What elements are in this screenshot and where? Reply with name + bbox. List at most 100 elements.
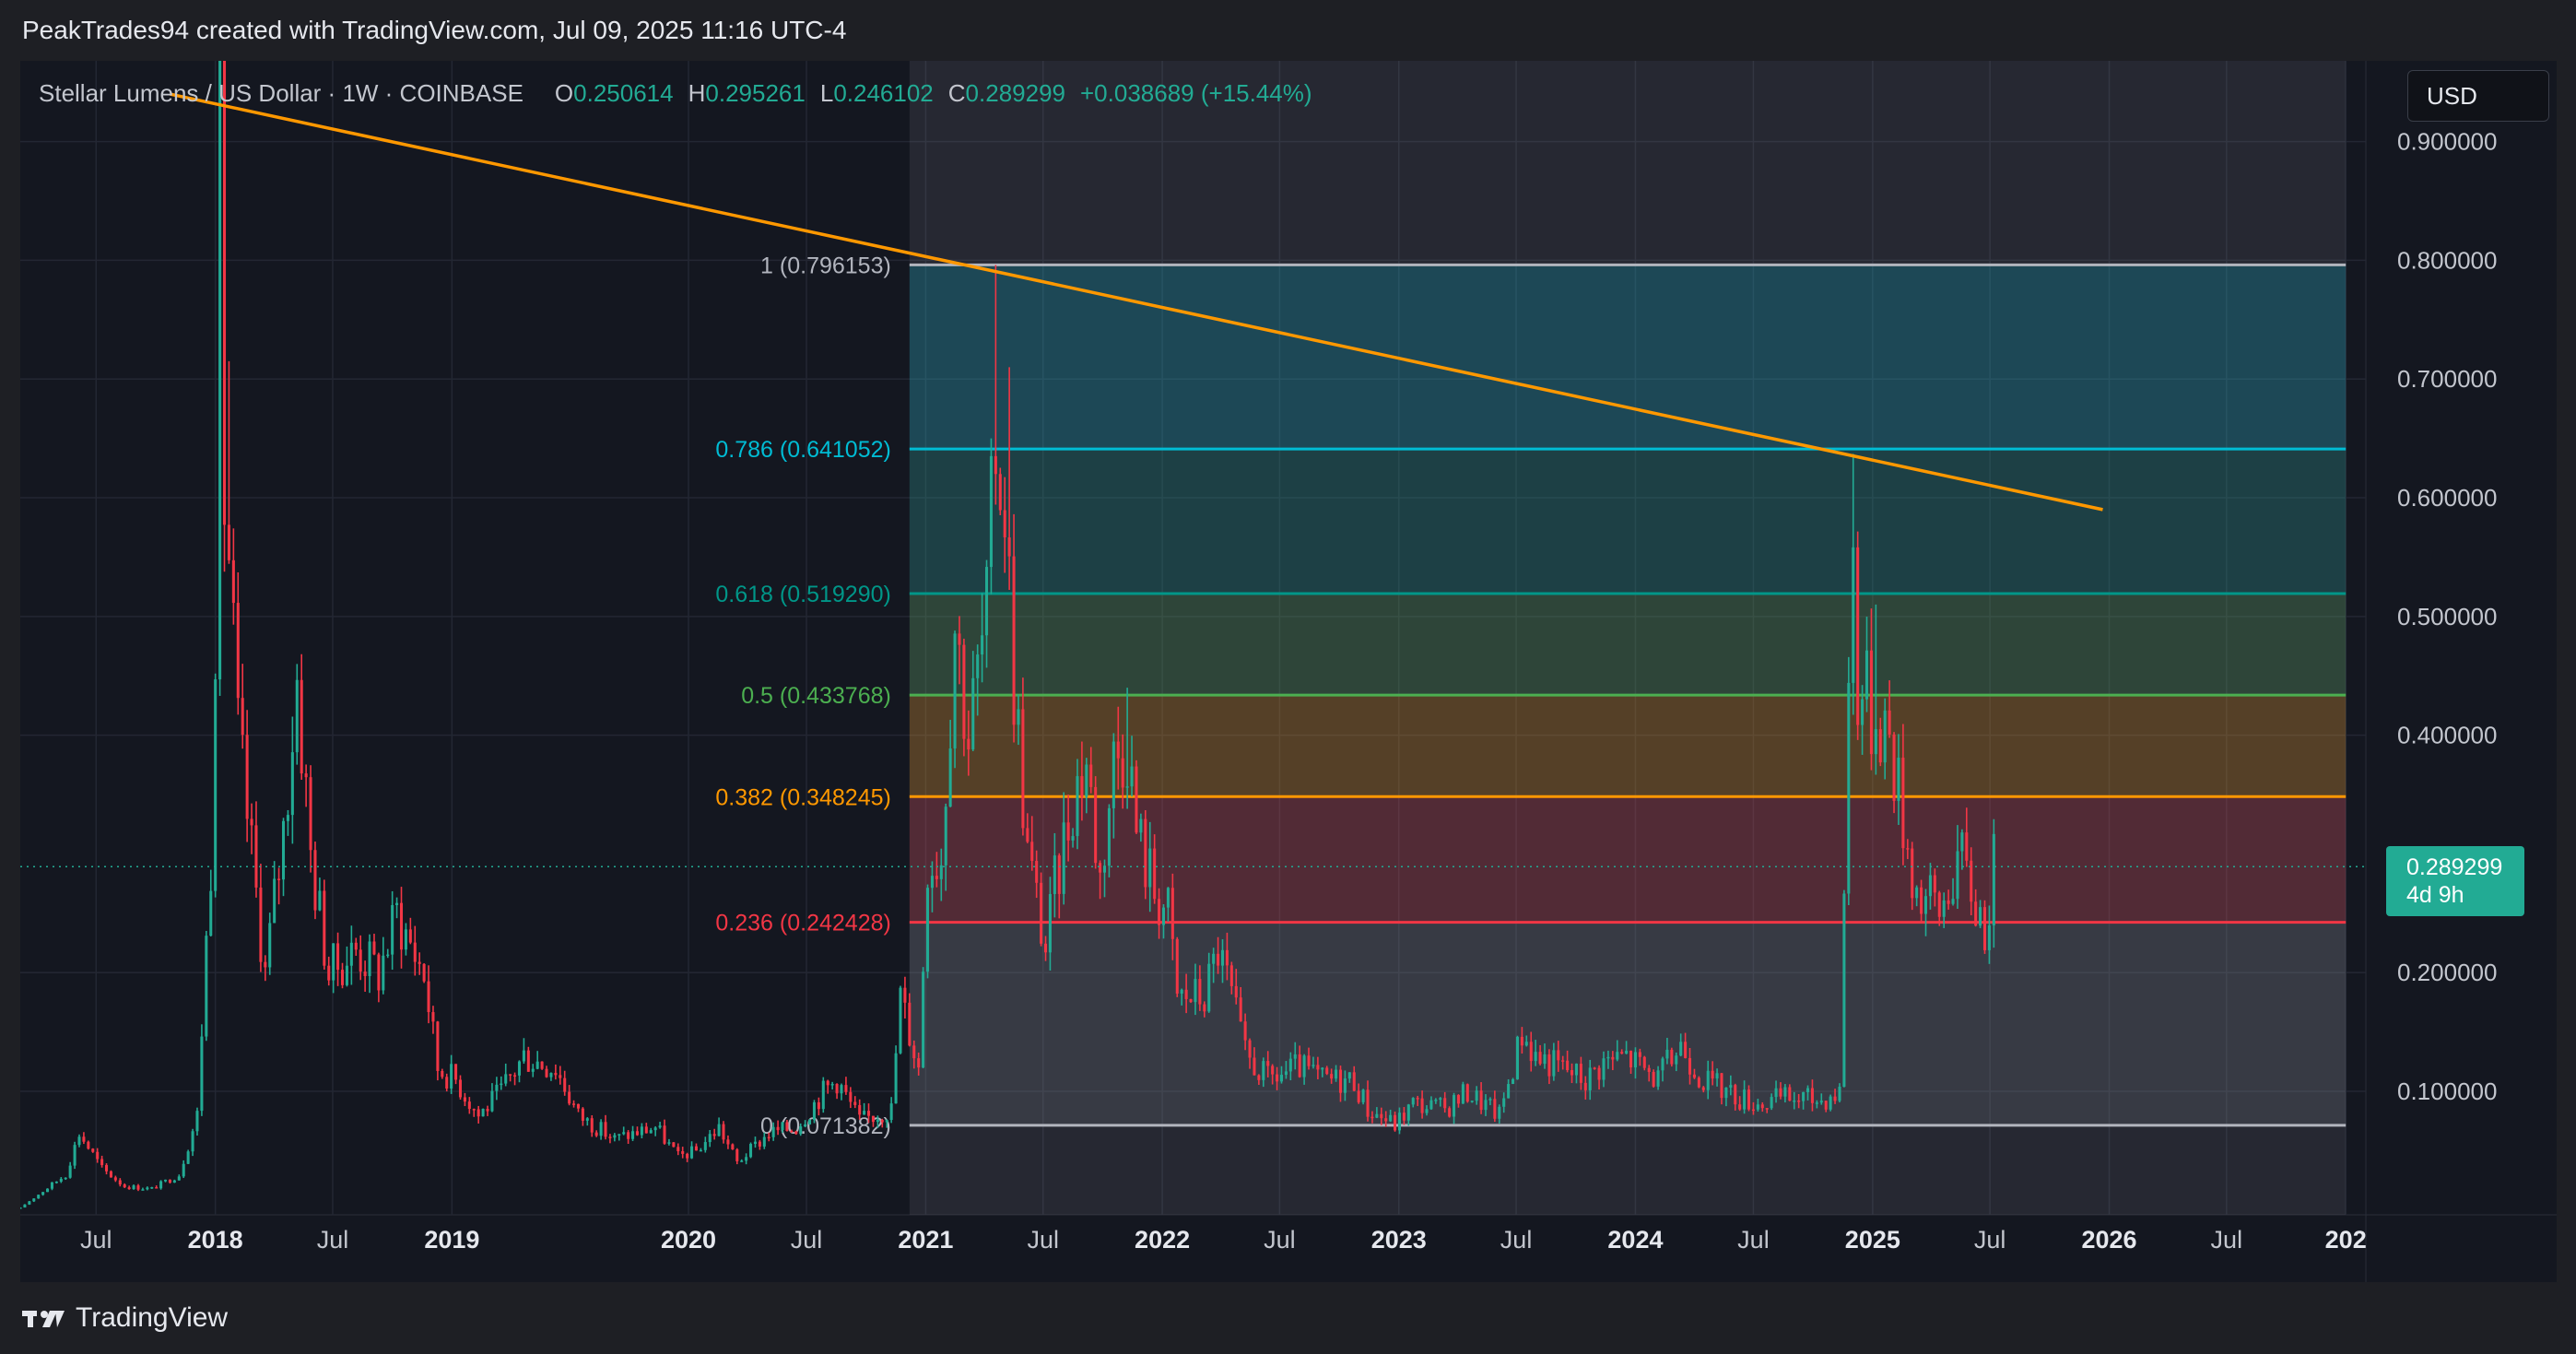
candle-body — [631, 1131, 635, 1139]
candle-body — [1670, 1049, 1674, 1065]
candle-body — [467, 1101, 471, 1110]
candle-body — [1802, 1091, 1806, 1101]
brand-name: TradingView — [76, 1302, 229, 1333]
candle-body — [327, 965, 331, 981]
candle-body — [1892, 734, 1896, 801]
fib-level-label: 0.236 (0.242428) — [715, 911, 890, 936]
candle-body — [1406, 1104, 1410, 1121]
candle-body — [939, 865, 943, 879]
candle-body — [785, 1122, 789, 1131]
candle — [722, 1121, 725, 1144]
candle-body — [431, 1012, 435, 1022]
candle-body — [830, 1084, 834, 1086]
time-tick-label: Jul — [317, 1226, 349, 1254]
candle-body — [1715, 1073, 1719, 1079]
candle-body — [559, 1075, 562, 1078]
candle — [200, 1024, 204, 1116]
candle-body — [500, 1083, 503, 1086]
candle — [123, 1183, 126, 1188]
candle — [599, 1119, 603, 1140]
candle — [32, 1198, 36, 1203]
candle — [313, 842, 317, 920]
candle-body — [554, 1073, 558, 1076]
candle-body — [1543, 1054, 1547, 1065]
candle — [998, 467, 1002, 515]
candle-body — [776, 1126, 780, 1131]
candle-body — [1465, 1084, 1469, 1102]
candle-body — [458, 1079, 463, 1098]
candle-body — [1515, 1036, 1519, 1079]
candle-body — [1484, 1100, 1488, 1111]
candle-body — [1992, 833, 1995, 926]
candle-body — [826, 1080, 829, 1086]
candle-body — [690, 1146, 694, 1159]
currency-button[interactable]: USD — [2407, 70, 2549, 122]
candle-body — [1502, 1098, 1506, 1107]
candle-body — [1257, 1075, 1261, 1080]
candle — [195, 1107, 199, 1136]
candle — [672, 1142, 676, 1148]
candle-body — [222, 61, 227, 525]
candle — [408, 917, 412, 945]
candle-body — [73, 1145, 76, 1166]
candle-body — [1869, 650, 1873, 755]
candle-body — [917, 1058, 921, 1068]
candle-body — [1684, 1042, 1688, 1058]
candle — [127, 1185, 131, 1190]
candle-body — [1338, 1069, 1343, 1093]
candle-body — [699, 1149, 702, 1152]
candle — [922, 967, 925, 1069]
candle-body — [1085, 764, 1088, 797]
candle-body — [627, 1132, 630, 1139]
candle-body — [745, 1157, 748, 1161]
candle-body — [1861, 699, 1864, 725]
time-tick-label: Jul — [2211, 1226, 2243, 1254]
candle-body — [259, 887, 263, 962]
candle — [644, 1123, 648, 1134]
tradingview-brand[interactable]: TradingView — [22, 1302, 228, 1334]
candle-body — [227, 524, 230, 560]
candle-body — [1911, 848, 1914, 899]
candle-body — [545, 1068, 548, 1077]
candle — [731, 1143, 735, 1150]
candle — [635, 1126, 640, 1136]
price-tick-label: 0.700000 — [2397, 365, 2497, 393]
candle-body — [717, 1124, 721, 1136]
candle-body — [264, 961, 267, 968]
candle — [849, 1087, 853, 1109]
price-chart[interactable]: 1 (0.796153) 0.786 (0.641052) 0.618 (0.519… — [20, 61, 2557, 1282]
candle — [613, 1133, 617, 1142]
candle — [821, 1077, 825, 1113]
candle — [894, 1045, 898, 1104]
candle-body — [858, 1104, 862, 1115]
candle-body — [1720, 1073, 1723, 1099]
candle — [345, 946, 348, 987]
candle-body — [1602, 1058, 1606, 1080]
candle — [54, 1181, 58, 1184]
candle-body — [1479, 1090, 1483, 1111]
candle-body — [1394, 1114, 1397, 1131]
candle-body — [1511, 1078, 1515, 1085]
candle — [604, 1114, 607, 1140]
candle — [295, 664, 299, 765]
low-label: L — [819, 79, 834, 107]
candle-body — [1470, 1101, 1474, 1102]
candle — [481, 1108, 485, 1117]
fib-zone — [909, 265, 2347, 450]
candle-body — [295, 679, 299, 753]
candle-body — [1520, 1036, 1523, 1046]
candle — [490, 1083, 494, 1113]
candle — [594, 1130, 598, 1137]
candle-body — [1312, 1065, 1315, 1066]
candle-body — [1928, 875, 1932, 897]
candle-body — [922, 971, 925, 1068]
candle-body — [495, 1084, 499, 1091]
candle — [1892, 732, 1896, 814]
candle-body — [967, 738, 970, 750]
candle-body — [1298, 1054, 1301, 1077]
chart-area[interactable]: 1 (0.796153) 0.786 (0.641052) 0.618 (0.519… — [20, 61, 2557, 1282]
candle-body — [1062, 822, 1065, 894]
candle-body — [1139, 818, 1143, 833]
candle-body — [1198, 979, 1202, 1005]
candle-body — [1878, 729, 1882, 763]
